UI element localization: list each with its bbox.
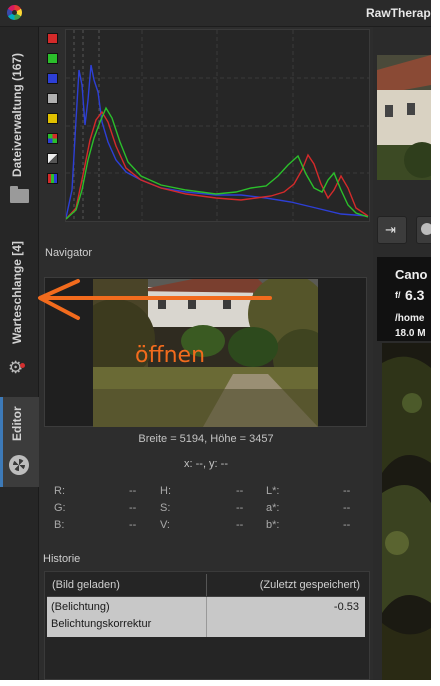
value-label: V: xyxy=(160,519,170,531)
window-title: RawTherapee xyxy=(366,6,431,20)
exif-info-overlay: Cano f/ 6.3 /home 18.0 M xyxy=(377,257,431,341)
history-title: Historie xyxy=(43,553,81,565)
value-label: G: xyxy=(54,502,66,514)
value-readout: -- xyxy=(129,502,137,514)
histogram-toolbar xyxy=(45,33,61,193)
navigator-title: Navigator xyxy=(45,247,93,259)
focal-length-label: 18.0 M xyxy=(395,328,426,339)
chroma-toggle[interactable] xyxy=(47,113,58,124)
value-readout: -- xyxy=(129,485,137,497)
value-readout: -- xyxy=(129,519,137,531)
histogram-graph xyxy=(65,30,369,221)
rawtherapee-logo-icon xyxy=(7,5,22,20)
histogram[interactable] xyxy=(65,29,370,222)
preview-photo-top xyxy=(377,55,431,180)
value-readout: -- xyxy=(343,519,351,531)
app-window: RawTherapee Dateiverwaltung (167) Wartes… xyxy=(0,0,431,680)
history-row-action-detail: Belichtungskorrektur xyxy=(51,618,152,630)
history-list: (Bild geladen) (Zuletzt gespeichert) (Be… xyxy=(44,571,370,680)
aperture-value: 6.3 xyxy=(405,287,425,303)
tab-editor[interactable]: Editor xyxy=(0,397,41,487)
tab-queue[interactable]: Warteschlange [4] ⚙ xyxy=(0,232,38,392)
history-row-action: (Belichtung) xyxy=(51,601,110,613)
value-readout: -- xyxy=(343,502,351,514)
value-label: S: xyxy=(160,502,171,514)
aperture-icon xyxy=(9,455,29,475)
tab-queue-label: Warteschlange [4] xyxy=(10,241,24,344)
image-size-label: Breite = 5194, Höhe = 3457 xyxy=(138,433,274,445)
tab-file-browser[interactable]: Dateiverwaltung (167) xyxy=(0,27,38,232)
history-row-value: -0.53 xyxy=(333,601,359,613)
torn-edge-right xyxy=(431,0,440,686)
value-label: b*: xyxy=(266,519,280,531)
zoom-icon xyxy=(421,223,431,235)
value-label: a*: xyxy=(266,502,280,514)
folder-icon xyxy=(10,186,29,203)
navigator-preview-image xyxy=(93,279,318,427)
gears-icon: ⚙ xyxy=(8,358,25,377)
history-header-value: (Zuletzt gespeichert) xyxy=(259,579,360,591)
linear-log-toggle[interactable] xyxy=(47,153,58,164)
rgb-bars-toggle[interactable] xyxy=(47,173,58,184)
red-channel-toggle[interactable] xyxy=(47,33,58,44)
fit-window-button[interactable]: ⇥ xyxy=(377,216,407,244)
zoom-button[interactable] xyxy=(416,216,431,244)
title-bar: RawTherapee xyxy=(0,0,431,27)
cursor-coords-label: x: --, y: -- xyxy=(184,458,228,470)
value-readout: -- xyxy=(236,519,244,531)
right-panel: ⇥ Cano f/ 6.3 /home 18.0 M xyxy=(374,27,431,680)
navigator-preview-frame[interactable] xyxy=(44,277,367,427)
sidebar-tabs: Dateiverwaltung (167) Warteschlange [4] … xyxy=(0,27,41,680)
history-header-action: (Bild geladen) xyxy=(52,579,120,591)
green-channel-toggle[interactable] xyxy=(47,53,58,64)
column-divider xyxy=(206,574,207,596)
aperture-prefix: f/ xyxy=(395,290,401,300)
tab-editor-label: Editor xyxy=(10,406,24,441)
value-readout: -- xyxy=(343,485,351,497)
bayer-raw-toggle[interactable] xyxy=(47,133,58,144)
blue-channel-toggle[interactable] xyxy=(47,73,58,84)
value-readout: -- xyxy=(236,485,244,497)
luminance-toggle[interactable] xyxy=(47,93,58,104)
left-panel: Navigator Breite = 5194, Höhe = 3457 x: … xyxy=(39,27,373,680)
fit-arrow-icon: ⇥ xyxy=(385,222,396,237)
history-row-selected[interactable]: (Belichtung) Belichtungskorrektur -0.53 xyxy=(47,597,365,637)
value-label: H: xyxy=(160,485,171,497)
value-readout: -- xyxy=(236,502,244,514)
torn-edge-bottom xyxy=(0,680,440,686)
tab-file-browser-label: Dateiverwaltung (167) xyxy=(10,52,24,177)
value-label: R: xyxy=(54,485,65,497)
value-label: L*: xyxy=(266,485,280,497)
file-path-label: /home xyxy=(395,313,425,324)
history-header-row[interactable]: (Bild geladen) (Zuletzt gespeichert) xyxy=(47,574,365,597)
camera-label: Cano xyxy=(395,267,428,282)
column-divider xyxy=(206,597,207,637)
value-label: B: xyxy=(54,519,65,531)
main-image-canvas[interactable] xyxy=(382,343,431,680)
